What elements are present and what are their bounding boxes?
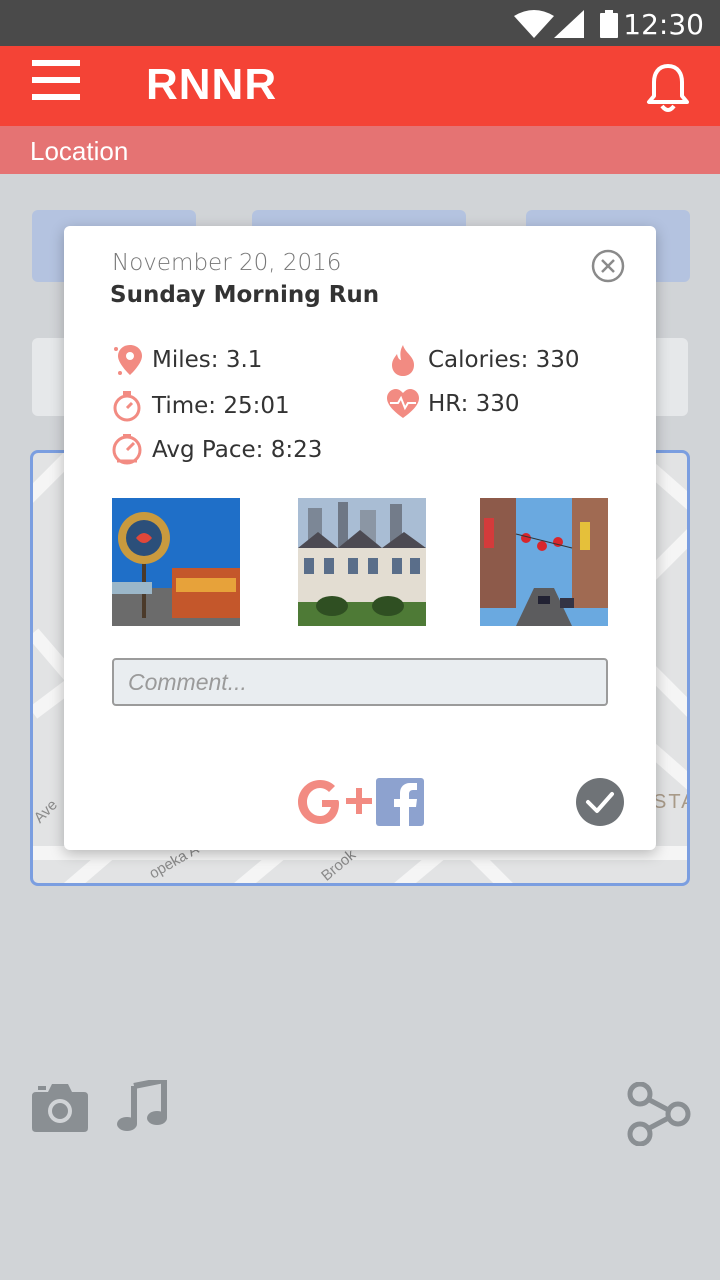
pin-icon [110,342,144,378]
share-icon[interactable] [626,1082,692,1146]
time-value: Time: 25:01 [152,393,290,419]
gauge-icon [110,432,144,468]
facebook-icon[interactable] [376,778,424,826]
signal-icon [554,10,584,38]
run-photo[interactable] [480,498,608,626]
run-date: November 20, 2016 [112,250,342,276]
run-photo[interactable] [112,498,240,626]
wifi-icon [514,10,554,38]
close-circle-icon[interactable] [590,248,626,284]
battery-icon [600,10,618,38]
location-bar[interactable]: Location [0,126,720,174]
run-summary-dialog: November 20, 2016 Sunday Morning Run Mil… [64,226,656,850]
run-photo[interactable] [298,498,426,626]
clock: 12:30 [623,8,704,41]
pace-value: Avg Pace: 8:23 [152,437,323,463]
stat-miles: Miles: 3.1 [110,342,262,378]
bell-icon[interactable] [646,62,690,114]
run-title: Sunday Morning Run [110,282,380,308]
hr-value: HR: 330 [428,391,520,417]
status-bar: 12:30 [0,0,720,46]
check-circle-icon[interactable] [576,778,624,826]
stopwatch-icon [110,388,144,424]
stat-calories: Calories: 330 [386,342,580,378]
menu-icon[interactable] [32,60,80,110]
stat-pace: Avg Pace: 8:23 [110,432,322,468]
heart-rate-icon [386,386,420,422]
music-icon[interactable] [116,1080,168,1132]
comment-input[interactable] [112,658,608,706]
camera-icon[interactable] [32,1082,88,1132]
stat-hr: HR: 330 [386,386,520,422]
app-bar: RNNR [0,46,720,126]
miles-value: Miles: 3.1 [152,347,263,373]
stat-time: Time: 25:01 [110,388,290,424]
app-title: RNNR [146,60,278,109]
calories-value: Calories: 330 [428,347,580,373]
google-plus-icon[interactable] [296,778,374,826]
flame-icon [386,342,420,378]
location-label: Location [30,136,129,166]
street-label: STA [653,791,687,813]
